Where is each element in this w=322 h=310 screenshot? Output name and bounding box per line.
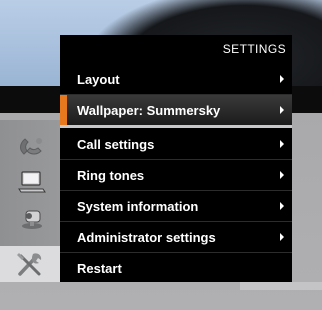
camera-icon: [16, 205, 48, 231]
settings-menu-title: SETTINGS: [222, 42, 286, 56]
menu-item-restart[interactable]: Restart: [60, 253, 292, 283]
chevron-right-icon: [280, 75, 284, 83]
menu-item-label: Wallpaper: Summersky: [77, 102, 221, 118]
sidebar-item-call[interactable]: [8, 128, 56, 164]
menu-item-ring-tones[interactable]: Ring tones: [60, 160, 292, 190]
settings-menu: SETTINGS Layout Wallpaper: Summersky Cal…: [60, 35, 292, 282]
menu-item-system-information[interactable]: System information: [60, 191, 292, 221]
menu-divider: [60, 125, 292, 128]
chevron-right-icon: [280, 171, 284, 179]
wallpaper-strip: [240, 282, 322, 290]
chevron-right-icon: [280, 140, 284, 148]
chevron-right-icon: [280, 106, 284, 114]
sidebar-icon-column: [0, 120, 60, 282]
menu-item-layout[interactable]: Layout: [60, 64, 292, 94]
chevron-right-icon: [280, 233, 284, 241]
menu-item-call-settings[interactable]: Call settings: [60, 129, 292, 159]
menu-item-label: Ring tones: [77, 167, 145, 183]
menu-item-wallpaper[interactable]: Wallpaper: Summersky: [60, 95, 292, 125]
tools-icon: [15, 250, 45, 278]
menu-item-label: Administrator settings: [77, 229, 216, 245]
sidebar-item-laptop[interactable]: [8, 164, 56, 200]
sidebar-item-camera[interactable]: [8, 200, 56, 236]
menu-item-label: System information: [77, 198, 199, 214]
menu-item-label: Layout: [77, 71, 120, 87]
menu-item-label: Call settings: [77, 136, 155, 152]
laptop-icon: [16, 169, 48, 195]
menu-item-label: Restart: [77, 260, 122, 276]
sidebar-item-settings[interactable]: [0, 246, 60, 282]
phone-handset-icon: [17, 133, 47, 159]
chevron-right-icon: [280, 202, 284, 210]
menu-item-administrator-settings[interactable]: Administrator settings: [60, 222, 292, 252]
